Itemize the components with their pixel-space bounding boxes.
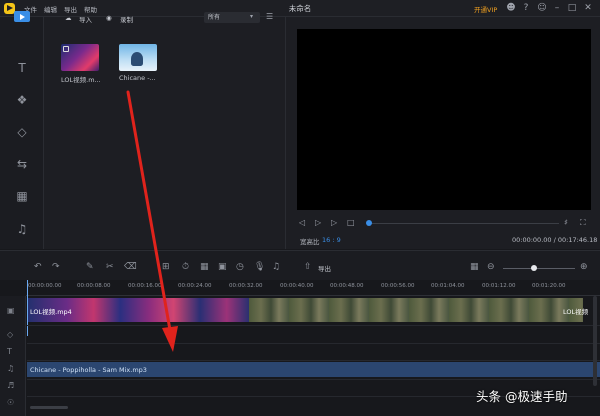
arrow-head [162, 326, 178, 352]
overlay-track-icon: ◇ [7, 330, 14, 339]
timecode: 00:00:00.00 / 00:17:46.18 [512, 236, 598, 244]
volume-icon[interactable]: ♯ [564, 218, 568, 227]
ruler-tick: 00:00:48.00 [330, 283, 364, 289]
aspect-ratio-value[interactable]: 16 : 9 [322, 236, 341, 244]
import-tab[interactable]: 导入 [79, 14, 92, 24]
edit-icon[interactable]: ✎ [86, 262, 94, 272]
play-icon[interactable]: ▷ [315, 218, 321, 227]
media-label-chicane: Chicane -... [119, 74, 156, 82]
ruler-tick: 00:00:08.00 [77, 283, 111, 289]
vip-button[interactable]: 开通VIP [474, 4, 497, 14]
record-icon[interactable]: ◉ [106, 14, 112, 22]
select-checkbox[interactable] [63, 46, 69, 52]
seek-handle[interactable] [366, 220, 372, 226]
filter-tool-icon[interactable]: ❖ [10, 89, 34, 111]
transition-tool-icon[interactable]: ⇆ [10, 153, 34, 175]
feedback-icon[interactable]: ☺ [536, 2, 548, 14]
next-frame-icon[interactable]: ▷ [331, 218, 337, 227]
freeze-icon[interactable]: ▣ [218, 262, 227, 272]
music-tool-icon[interactable]: ♫ [10, 218, 34, 240]
video-clip-label: LOL视频 [563, 308, 589, 316]
track-divider [27, 343, 600, 344]
text-tool-icon[interactable]: T [10, 57, 34, 79]
seek-bar[interactable] [369, 223, 559, 224]
speed-icon[interactable]: ⏱ [182, 262, 189, 272]
ruler-tick: 00:00:24.00 [178, 283, 212, 289]
stop-icon[interactable]: □ [347, 218, 355, 227]
crop-icon[interactable]: ⊞ [162, 262, 170, 272]
user-icon[interactable]: ☻ [505, 2, 517, 14]
zoom-slider[interactable] [503, 268, 575, 269]
mosaic-icon[interactable]: ▦ [200, 262, 209, 272]
audio-icon[interactable]: ♫ [272, 262, 280, 272]
ruler-tick: 00:00:00.00 [28, 283, 62, 289]
delete-icon[interactable]: ⌫ [124, 262, 137, 272]
track-divider [27, 325, 600, 326]
text-track-icon: T [7, 347, 12, 356]
media-tool-icon[interactable] [14, 11, 30, 22]
music-track-icon: ♫ [7, 364, 15, 373]
watermark: 头条 @极速手助 [476, 389, 568, 404]
ruler-tick: 00:00:40.00 [280, 283, 314, 289]
microphone-icon[interactable]: 🎙 [254, 262, 265, 272]
track-divider [27, 360, 600, 361]
preview-screen [297, 29, 591, 210]
redo-icon[interactable]: ↷ [52, 262, 60, 272]
chevron-down-icon: ▾ [250, 13, 254, 20]
minimize-icon[interactable]: – [551, 2, 563, 14]
zoom-slider-handle[interactable] [531, 265, 537, 271]
duration-icon[interactable]: ◷ [236, 262, 244, 272]
import-icon[interactable]: ☁ [65, 14, 72, 22]
media-label-lol: LOL视频.m... [61, 76, 101, 84]
list-view-icon[interactable]: ☰ [266, 12, 273, 21]
prev-frame-icon[interactable]: ◁ [299, 218, 305, 227]
playhead[interactable] [27, 280, 28, 336]
ruler-tick: 00:01:12.00 [482, 283, 516, 289]
overlay-tool-icon[interactable]: ◇ [10, 121, 34, 143]
zoom-out-icon[interactable]: ⊖ [487, 262, 495, 272]
ruler-tick: 00:01:20.00 [532, 283, 566, 289]
record-tab[interactable]: 录制 [120, 14, 133, 24]
split-icon[interactable]: ✂ [106, 262, 114, 272]
horizontal-scrollbar[interactable] [30, 406, 68, 409]
close-icon[interactable]: ✕ [582, 2, 594, 14]
video-track-icon: ▣ [7, 306, 15, 315]
fullscreen-icon[interactable]: ⛶ [580, 218, 586, 228]
ruler-tick: 00:00:32.00 [229, 283, 263, 289]
mic-track-icon: ☉ [7, 398, 15, 407]
audio-clip-label: Chicane - Poppiholla - Sam Mix.mp3 [30, 366, 147, 374]
video-clip-label: LOL视频.mp4 [30, 308, 72, 316]
vertical-scrollbar[interactable] [593, 296, 597, 386]
undo-icon[interactable]: ↶ [34, 262, 42, 272]
maximize-icon[interactable]: □ [566, 2, 578, 14]
aspect-ratio-label: 宽高比 [300, 238, 320, 246]
help-icon[interactable]: ? [520, 2, 532, 14]
video-clip[interactable] [249, 298, 583, 322]
export-icon[interactable]: ⇧ [304, 262, 312, 272]
ruler-tick: 00:00:56.00 [381, 283, 415, 289]
track-divider [27, 379, 600, 380]
voice-track-icon: ♬ [7, 381, 15, 390]
ruler-tick: 00:01:04.00 [431, 283, 465, 289]
thumbnail-figure [131, 52, 143, 66]
element-tool-icon[interactable]: ▦ [10, 185, 34, 207]
zoom-in-icon[interactable]: ⊕ [580, 262, 588, 272]
export-button[interactable]: 导出 [318, 263, 331, 273]
ruler-tick: 00:00:16.00 [128, 283, 162, 289]
fit-timeline-icon[interactable]: ▦ [470, 262, 479, 272]
